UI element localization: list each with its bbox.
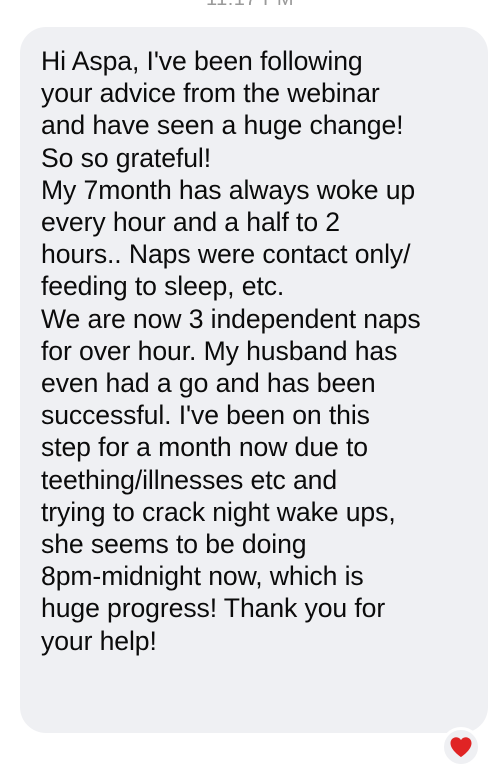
heart-reaction[interactable] — [441, 727, 481, 767]
message-bubble[interactable]: Hi Aspa, I've been following your advice… — [20, 27, 488, 733]
message-timestamp: 11:17 PM — [0, 0, 500, 11]
heart-icon — [450, 737, 472, 757]
message-text: Hi Aspa, I've been following your advice… — [41, 46, 421, 656]
